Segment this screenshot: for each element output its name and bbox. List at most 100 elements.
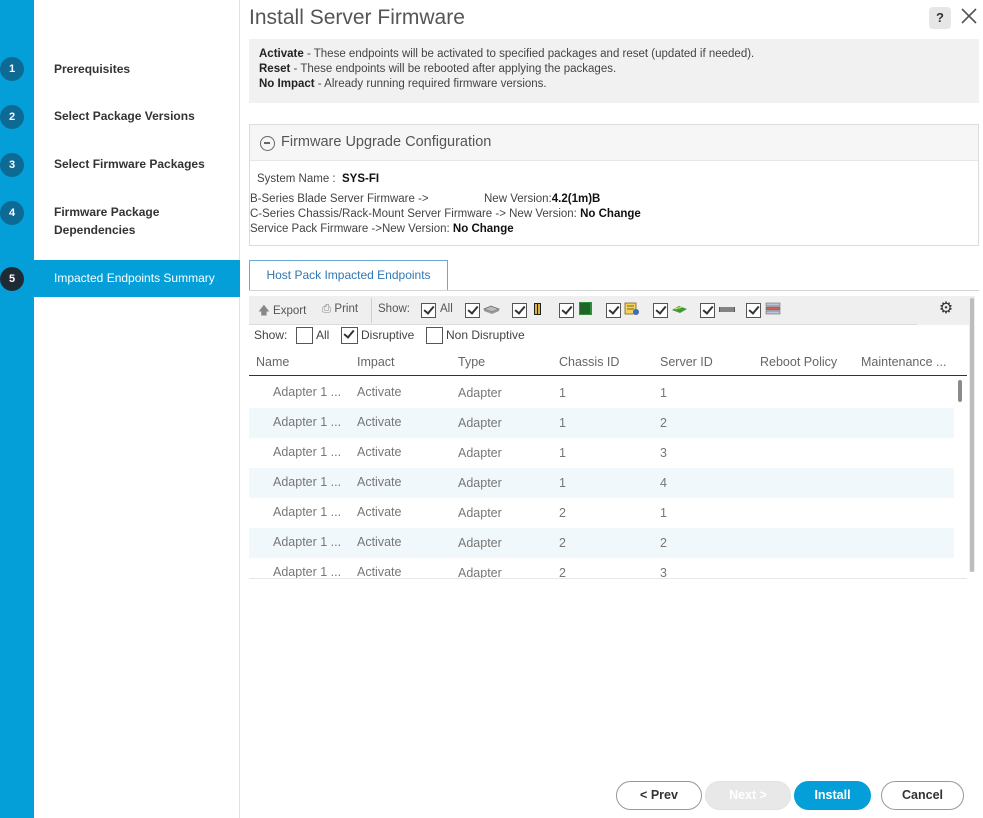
export-icon: 🡅 <box>258 305 270 317</box>
cell-server-id: 1 <box>660 386 667 400</box>
cell-chassis-id: 1 <box>559 446 566 460</box>
storage-controller-icon <box>624 301 640 317</box>
cell-type: Adapter <box>458 536 502 550</box>
legend-term: Activate <box>259 48 304 60</box>
show-label: Show: <box>378 303 410 315</box>
print-label: Print <box>334 303 359 315</box>
cell-chassis-id: 1 <box>559 416 566 430</box>
table-row[interactable]: Adapter 1 ... Activate Adapter 2 1 <box>249 498 954 528</box>
endpoints-table-body: Adapter 1 ... Activate Adapter 1 1 Adapt… <box>249 378 955 578</box>
table-row[interactable]: Adapter 1 ... Activate Adapter 2 3 <box>249 558 954 578</box>
legend-desc: - These endpoints will be rebooted after… <box>290 63 617 75</box>
impact-legend: Activate - These endpoints will be activ… <box>249 39 979 103</box>
step-label: Select Package Versions <box>54 109 195 123</box>
cell-type: Adapter <box>458 476 502 490</box>
cell-impact: Activate <box>357 565 402 578</box>
config-panel-header[interactable]: Firmware Upgrade Configuration <box>250 125 978 161</box>
tab-divider <box>249 290 979 291</box>
column-header-maintenance[interactable]: Maintenance ... <box>861 355 946 369</box>
legend-term: Reset <box>259 63 291 75</box>
column-header-chassis-id[interactable]: Chassis ID <box>559 355 619 369</box>
cell-type: Adapter <box>458 386 502 400</box>
memory-icon <box>718 301 735 317</box>
column-header-type[interactable]: Type <box>458 355 485 369</box>
step-label: Firmware Package Dependencies <box>54 205 160 237</box>
step-number: 2 <box>0 105 24 129</box>
step-label: Impacted Endpoints Summary <box>54 271 215 285</box>
system-name-label: System Name : <box>257 173 336 185</box>
column-header-reboot-policy[interactable]: Reboot Policy <box>760 355 837 369</box>
step-number: 1 <box>0 57 24 81</box>
step-firmware-package-dependencies[interactable]: 4 Firmware Package Dependencies <box>0 200 240 240</box>
filter-adapter-checkbox[interactable] <box>559 303 574 318</box>
outer-scrollbar-thumb[interactable] <box>970 298 974 572</box>
filter-memory-checkbox[interactable] <box>700 303 715 318</box>
filter-chassis-checkbox[interactable] <box>512 303 527 318</box>
legend-activate: Activate - These endpoints will be activ… <box>259 47 969 62</box>
cell-impact: Activate <box>357 385 402 399</box>
filter-storage-checkbox[interactable] <box>606 303 621 318</box>
board-icon <box>671 301 687 317</box>
filter-blade-checkbox[interactable] <box>465 303 480 318</box>
next-button[interactable]: Next > <box>705 781 791 810</box>
cell-type: Adapter <box>458 506 502 520</box>
table-bottom-border <box>249 578 967 579</box>
print-button[interactable]: ⎙ Print <box>322 303 358 316</box>
service-pack-label: Service Pack Firmware ->New Version: <box>250 223 450 235</box>
step-select-firmware-packages[interactable]: 3 Select Firmware Packages <box>0 152 240 178</box>
filter-rack-checkbox[interactable] <box>746 303 761 318</box>
table-row[interactable]: Adapter 1 ... Activate Adapter 2 2 <box>249 528 954 558</box>
filter-board-checkbox[interactable] <box>653 303 668 318</box>
cell-name: Adapter 1 ... <box>273 475 342 489</box>
filter-disruptive-checkbox[interactable] <box>341 327 358 344</box>
filter-non-disruptive-label: Non Disruptive <box>446 328 525 342</box>
b-series-label: B-Series Blade Server Firmware -> <box>250 193 429 205</box>
filter-non-disruptive-checkbox[interactable] <box>426 327 443 344</box>
install-firmware-wizard: 1 Prerequisites 2 Select Package Version… <box>0 0 983 818</box>
table-row[interactable]: Adapter 1 ... Activate Adapter 1 3 <box>249 438 954 468</box>
cancel-button[interactable]: Cancel <box>881 781 964 810</box>
step-prerequisites[interactable]: 1 Prerequisites <box>0 56 240 82</box>
show-all-checkbox[interactable] <box>421 303 436 318</box>
legend-term: No Impact <box>259 78 315 90</box>
collapse-icon[interactable] <box>260 136 275 151</box>
cell-impact: Activate <box>357 415 402 429</box>
column-header-impact[interactable]: Impact <box>357 355 395 369</box>
cell-name: Adapter 1 ... <box>273 415 342 429</box>
prev-button[interactable]: < Prev <box>616 781 702 810</box>
cell-impact: Activate <box>357 475 402 489</box>
help-button[interactable]: ? <box>929 7 951 29</box>
service-pack-line: Service Pack Firmware ->New Version: No … <box>250 223 514 235</box>
column-header-server-id[interactable]: Server ID <box>660 355 713 369</box>
c-series-value: No Change <box>580 208 641 220</box>
filter-all-checkbox[interactable] <box>296 327 313 344</box>
cell-server-id: 1 <box>660 506 667 520</box>
cell-name: Adapter 1 ... <box>273 445 342 459</box>
step-number: 5 <box>0 267 24 291</box>
install-button[interactable]: Install <box>794 781 871 810</box>
cell-type: Adapter <box>458 416 502 430</box>
endpoints-table-header: Name Impact Type Chassis ID Server ID Re… <box>249 348 967 376</box>
close-icon[interactable] <box>958 5 980 27</box>
tab-host-pack-impacted-endpoints[interactable]: Host Pack Impacted Endpoints <box>249 260 448 291</box>
show-all-label: All <box>440 303 453 315</box>
firmware-upgrade-config-panel: Firmware Upgrade Configuration System Na… <box>249 124 979 246</box>
gear-icon[interactable]: ⚙ <box>937 300 955 318</box>
legend-no-impact: No Impact - Already running required fir… <box>259 77 969 92</box>
step-impacted-endpoints-summary[interactable]: 5 Impacted Endpoints Summary <box>0 260 240 297</box>
cell-chassis-id: 2 <box>559 566 566 578</box>
table-row[interactable]: Adapter 1 ... Activate Adapter 1 2 <box>249 408 954 438</box>
cell-name: Adapter 1 ... <box>273 535 342 549</box>
export-button[interactable]: 🡅 Export <box>258 303 306 322</box>
cell-impact: Activate <box>357 445 402 459</box>
cell-server-id: 4 <box>660 476 667 490</box>
table-row[interactable]: Adapter 1 ... Activate Adapter 1 4 <box>249 468 954 498</box>
table-scrollbar-thumb[interactable] <box>958 380 962 402</box>
c-series-line: C-Series Chassis/Rack-Mount Server Firmw… <box>250 208 641 220</box>
step-select-package-versions[interactable]: 2 Select Package Versions <box>0 104 240 130</box>
column-header-name[interactable]: Name <box>256 355 289 369</box>
dialog-title: Install Server Firmware <box>249 6 465 29</box>
cell-impact: Activate <box>357 535 402 549</box>
table-row[interactable]: Adapter 1 ... Activate Adapter 1 1 <box>249 378 954 408</box>
b-series-version-label: New Version: <box>484 193 552 205</box>
